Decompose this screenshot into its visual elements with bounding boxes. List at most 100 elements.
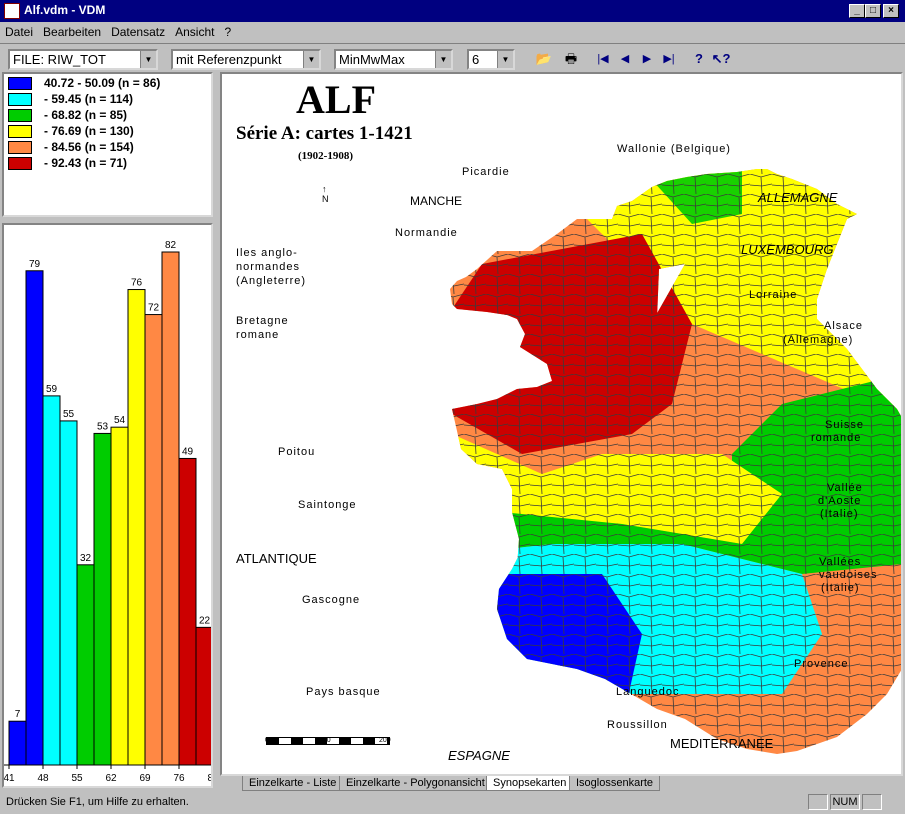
classes-combo-value: 6 <box>472 52 480 67</box>
bar-value-label: 7 <box>15 709 21 720</box>
bar-value-label: 54 <box>114 415 126 426</box>
map-label: Normandie <box>395 227 458 239</box>
first-record-icon[interactable]: |◀ <box>592 49 614 69</box>
reference-combo[interactable]: mit Referenzpunkt ▼ <box>171 49 321 70</box>
status-bar: Drücken Sie F1, um Hilfe zu erhalten. <box>0 794 905 814</box>
legend-label: - 84.56 (n = 154) <box>44 140 134 154</box>
status-panel <box>808 794 828 810</box>
map-label: Vallée <box>827 482 863 494</box>
map-label: (Allemagne) <box>783 334 854 346</box>
bar-value-label: 82 <box>165 240 177 251</box>
minimize-button[interactable]: _ <box>849 4 865 18</box>
chevron-down-icon[interactable]: ▼ <box>303 51 319 68</box>
legend-label: - 92.43 (n = 71) <box>44 156 128 170</box>
map-label: Lorraine <box>749 289 798 301</box>
bar-value-label: 79 <box>29 259 41 270</box>
tab-synopsekarten[interactable]: Synopsekarten <box>486 776 574 791</box>
num-indicator: NUM <box>830 794 860 810</box>
map-label: Vallées <box>819 556 862 568</box>
legend-label: - 59.45 (n = 114) <box>44 92 134 106</box>
title-bar: Alf.vdm - VDM _ □ × <box>0 0 905 22</box>
map-label: Roussillon <box>607 719 668 731</box>
map-label: MANCHE <box>410 194 463 208</box>
classes-combo[interactable]: 6 ▼ <box>467 49 515 70</box>
map-label: Iles anglo- <box>236 247 298 259</box>
map-label: Picardie <box>462 166 510 178</box>
x-tick-label: 69 <box>139 773 151 784</box>
tab-einzelkarte-liste[interactable]: Einzelkarte - Liste <box>242 776 344 791</box>
bar-value-label: 22 <box>199 615 211 626</box>
last-record-icon[interactable]: ▶| <box>658 49 680 69</box>
scale-label: 100 <box>319 737 331 744</box>
next-record-icon[interactable]: ▶ <box>636 49 658 69</box>
map-label: MEDITERRANEE <box>670 736 774 751</box>
window-title: Alf.vdm - VDM <box>24 3 106 17</box>
tab-einzelkarte-polygon[interactable]: Einzelkarte - Polygonansicht <box>339 776 492 791</box>
bar-value-label: 53 <box>97 421 109 432</box>
map-label: Suisse <box>825 419 865 431</box>
bar-value-label: 32 <box>80 553 92 564</box>
open-folder-icon[interactable]: 📂 <box>533 49 555 69</box>
method-combo[interactable]: MinMwMax ▼ <box>334 49 453 70</box>
map-title: ALF <box>296 77 376 122</box>
map-label: vaudoises <box>819 569 878 581</box>
map-label: normandes <box>236 261 301 273</box>
menu-help[interactable]: ? <box>219 22 236 39</box>
file-combo[interactable]: FILE: RIW_TOT ▼ <box>8 49 158 70</box>
file-combo-value: FILE: RIW_TOT <box>13 52 106 67</box>
menu-datei[interactable]: Datei <box>0 22 38 39</box>
chevron-down-icon[interactable]: ▼ <box>140 51 156 68</box>
menu-bar: Datei Bearbeiten Datensatz Ansicht? <box>0 22 905 42</box>
histogram-bar <box>8 720 27 766</box>
maximize-button[interactable]: □ <box>865 4 881 18</box>
map-panel[interactable]: ALF Série A: cartes 1-1421 (1902-1908) ↑… <box>220 72 903 776</box>
reference-combo-value: mit Referenzpunkt <box>176 52 282 67</box>
close-button[interactable]: × <box>883 4 899 18</box>
histogram-bar <box>110 426 129 766</box>
context-help-icon[interactable]: ↖? <box>710 49 732 69</box>
map-label: ESPAGNE <box>448 748 510 763</box>
x-tick-label: 76 <box>173 773 185 784</box>
bar-value-label: 55 <box>63 409 75 420</box>
map-label: d'Aoste <box>818 495 862 507</box>
scale-label: 200 <box>379 737 391 744</box>
print-icon[interactable]: 🖶 <box>560 49 582 69</box>
tab-isoglossenkarte[interactable]: Isoglossenkarte <box>569 776 661 791</box>
histogram-chart: 779595532535476728249224148556269768390 <box>3 240 253 784</box>
map-subtitle: Série A: cartes 1-1421 <box>236 123 413 144</box>
x-tick-label: 41 <box>4 773 15 784</box>
status-panel <box>862 794 882 810</box>
x-tick-label: 48 <box>37 773 49 784</box>
map-label: Alsace <box>824 320 864 332</box>
app-icon <box>4 3 20 19</box>
legend-swatch <box>8 157 32 170</box>
map-label: Provence <box>794 658 849 670</box>
map-label: Saintonge <box>298 499 357 511</box>
bar-value-label: 49 <box>182 446 194 457</box>
x-tick-label: 62 <box>105 773 117 784</box>
chevron-down-icon[interactable]: ▼ <box>435 51 451 68</box>
histogram-bar <box>161 251 180 766</box>
chevron-down-icon[interactable]: ▼ <box>497 51 513 68</box>
histogram-panel: 779595532535476728249224148556269768390 <box>2 223 253 788</box>
legend-swatch <box>8 141 32 154</box>
legend-label: 40.72 - 50.09 (n = 86) <box>44 76 161 90</box>
x-tick-label: 83 <box>207 773 211 784</box>
bar-value-label: 72 <box>148 303 160 314</box>
histogram-bar <box>178 457 197 766</box>
legend-swatch <box>8 109 32 122</box>
legend-panel: 40.72 - 50.09 (n = 86) - 59.45 (n = 114)… <box>2 72 213 217</box>
menu-bearbeiten[interactable]: Bearbeiten <box>38 22 106 39</box>
previous-record-icon[interactable]: ◀ <box>614 49 636 69</box>
map-label: ATLANTIQUE <box>236 551 317 566</box>
histogram-bar <box>144 314 163 766</box>
menu-ansicht[interactable]: Ansicht <box>170 22 219 39</box>
legend-label: - 68.82 (n = 85) <box>44 108 128 122</box>
help-icon[interactable]: ? <box>688 49 710 69</box>
bar-value-label: 76 <box>131 278 143 289</box>
map-label: Pays basque <box>306 686 381 698</box>
menu-datensatz[interactable]: Datensatz <box>106 22 170 39</box>
histogram-bar <box>93 432 112 766</box>
north-label: N <box>322 194 329 204</box>
histogram-bar <box>25 270 44 766</box>
